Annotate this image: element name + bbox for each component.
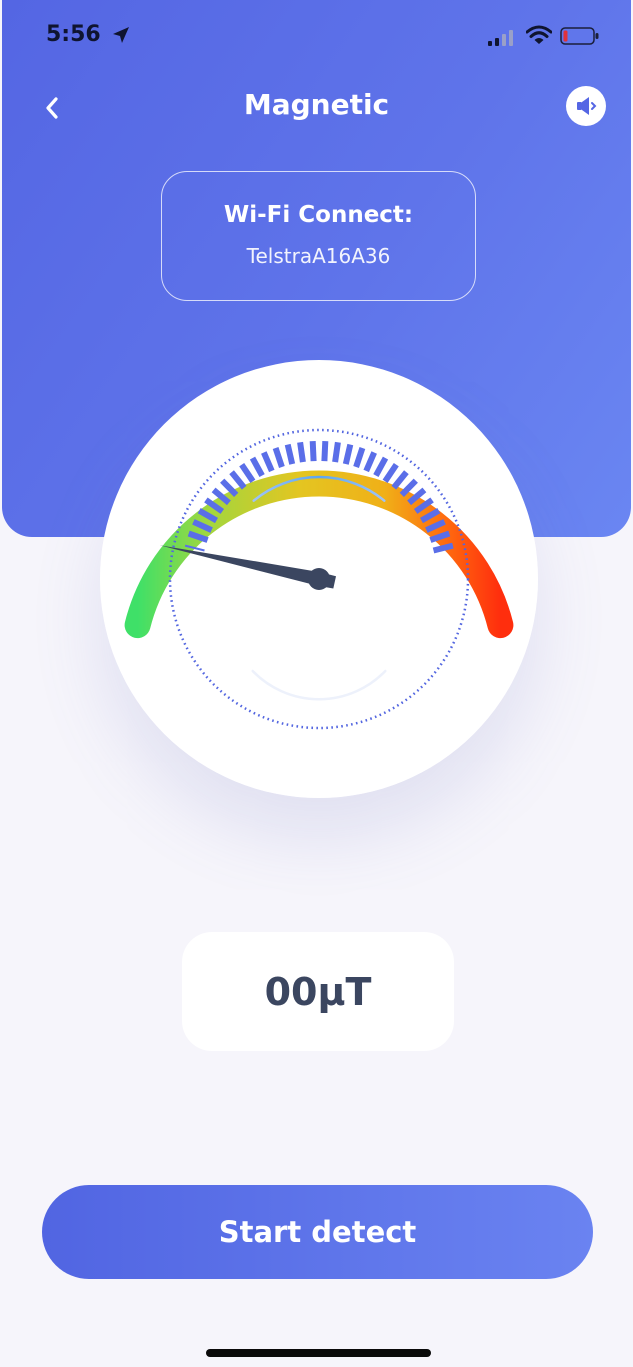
status-bar: 5:56 bbox=[0, 0, 633, 70]
wifi-icon bbox=[526, 25, 552, 44]
start-detect-button[interactable]: Start detect bbox=[42, 1185, 593, 1279]
cellular-signal-icon bbox=[488, 30, 513, 46]
wifi-connect-card: Wi-Fi Connect: TelstraA16A36 bbox=[161, 171, 476, 301]
wifi-ssid: TelstraA16A36 bbox=[246, 244, 391, 268]
page-title: Magnetic bbox=[243, 88, 390, 121]
location-arrow-icon bbox=[113, 27, 129, 43]
gauge-tick bbox=[332, 441, 341, 463]
gauge-tick bbox=[309, 440, 317, 462]
gauge-needle-hub bbox=[308, 568, 330, 590]
speaker-icon bbox=[577, 97, 597, 115]
reading-card: 00μT bbox=[182, 932, 454, 1051]
home-indicator bbox=[206, 1349, 431, 1357]
magnetic-gauge bbox=[100, 360, 538, 798]
start-detect-label: Start detect bbox=[218, 1215, 417, 1249]
battery-low-icon bbox=[560, 27, 599, 45]
sound-toggle-button[interactable] bbox=[566, 86, 606, 126]
reading-value: 00μT bbox=[264, 969, 372, 1014]
gauge-tick bbox=[321, 440, 329, 462]
gauge-tick bbox=[297, 441, 306, 463]
status-time: 5:56 bbox=[46, 22, 101, 47]
wifi-connect-label: Wi-Fi Connect: bbox=[223, 202, 414, 228]
